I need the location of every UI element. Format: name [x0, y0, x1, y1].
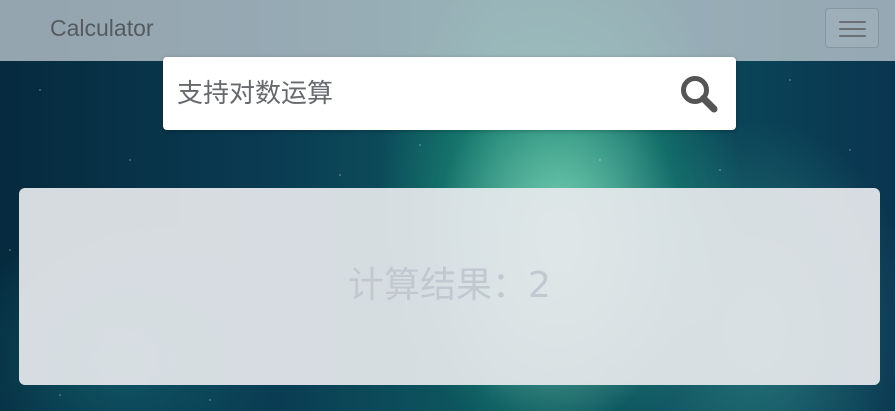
- top-navbar: Calculator: [0, 0, 895, 61]
- search-icon: [681, 76, 718, 113]
- app-background: Calculator 计算结果：2: [0, 0, 895, 411]
- search-button[interactable]: [678, 73, 720, 115]
- hamburger-menu-icon: [839, 35, 866, 37]
- menu-toggle-button[interactable]: [825, 8, 879, 48]
- search-box: [163, 57, 736, 130]
- result-panel: 计算结果：2: [19, 188, 880, 385]
- hamburger-menu-icon: [839, 21, 866, 23]
- expression-input[interactable]: [177, 71, 667, 117]
- hamburger-menu-icon: [839, 28, 866, 30]
- result-text: 计算结果：2: [348, 265, 551, 306]
- navbar-brand[interactable]: Calculator: [50, 15, 154, 42]
